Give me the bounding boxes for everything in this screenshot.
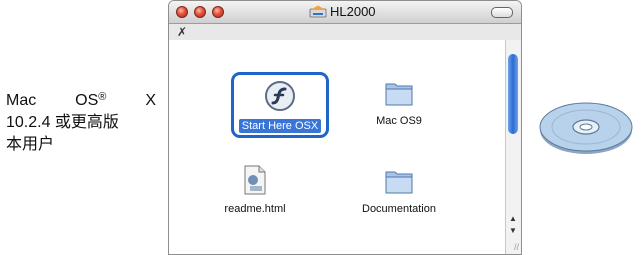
item-documentation[interactable]: Documentation — [349, 166, 449, 215]
item-label: Documentation — [362, 203, 436, 215]
scroll-up-arrow-icon[interactable]: ▲ — [509, 214, 517, 223]
resize-grip-icon[interactable]: // — [514, 242, 519, 252]
window-title: HL2000 — [309, 4, 376, 19]
item-label: readme.html — [224, 203, 286, 215]
folder-icon — [385, 83, 413, 106]
item-label: Mac OS9 — [376, 115, 422, 127]
item-label: Start Here OSX — [238, 119, 322, 133]
minimize-window-button[interactable] — [194, 6, 206, 18]
caption-mac: Mac — [6, 92, 37, 109]
vertical-scrollbar[interactable]: ▲ ▼ // — [505, 40, 521, 254]
item-mac-os9[interactable]: Mac OS9 — [349, 78, 449, 127]
window-titlebar: HL2000 — [169, 1, 521, 24]
cd-volume-icon — [309, 5, 327, 18]
toolbar-toggle-button[interactable] — [491, 7, 513, 18]
cd-disc-icon — [539, 102, 633, 154]
html-file-icon — [244, 165, 266, 195]
window-title-text: HL2000 — [330, 4, 376, 19]
caption-line3: 本用户 — [6, 136, 55, 153]
item-start-here-osx[interactable]: Start Here OSX — [231, 72, 329, 138]
window-content: Start Here OSX Mac OS9 readme.html Docum… — [169, 40, 505, 254]
caption-line2: 10.2.4 或更高版 — [6, 114, 119, 131]
registered-mark: ® — [98, 91, 107, 103]
flash-icon — [265, 81, 295, 111]
close-window-button[interactable] — [176, 6, 188, 18]
caption-os: OS — [75, 92, 99, 109]
zoom-window-button[interactable] — [212, 6, 224, 18]
os-requirement-caption: Mac OS® X 10.2.4 或更高版 本用户 — [6, 90, 176, 156]
caption-x: X — [145, 92, 156, 109]
window-toolbar: ✗ — [169, 24, 521, 41]
folder-icon — [385, 171, 413, 194]
finder-window: HL2000 ✗ Start Here OSX Mac OS9 readme.h… — [168, 0, 522, 255]
item-readme-html[interactable]: readme.html — [205, 164, 305, 215]
customize-toolbar-icon[interactable]: ✗ — [177, 25, 187, 39]
scrollbar-thumb[interactable] — [508, 54, 518, 134]
scroll-down-arrow-icon[interactable]: ▼ — [509, 226, 517, 235]
